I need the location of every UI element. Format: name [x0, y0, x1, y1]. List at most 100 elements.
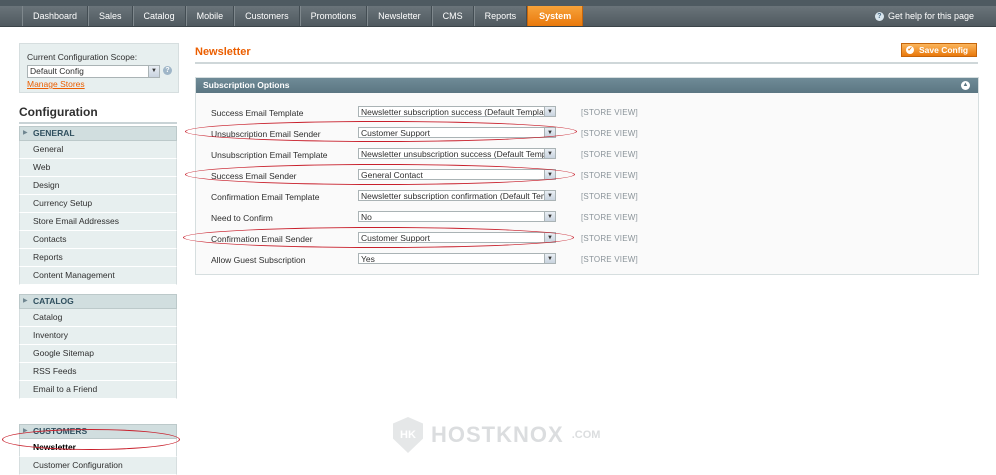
sidebar-item-currency-setup[interactable]: Currency Setup — [19, 195, 177, 213]
nav-system[interactable]: System — [527, 6, 584, 26]
section-title: Subscription Options — [203, 80, 290, 90]
nav-reports[interactable]: Reports — [473, 6, 528, 26]
chevron-down-icon: ▼ — [544, 233, 555, 242]
manage-stores-link[interactable]: Manage Stores — [27, 79, 85, 89]
chevron-down-icon: ▼ — [544, 107, 555, 116]
need-to-confirm-select[interactable]: No ▼ — [358, 211, 556, 222]
chevron-down-icon: ▼ — [544, 212, 555, 221]
field-row: Unsubscription Email Template Newsletter… — [196, 145, 978, 165]
confirmation-email-sender-select[interactable]: Customer Support ▼ — [358, 232, 556, 243]
scope-label: Current Configuration Scope: — [27, 52, 138, 62]
sidebar-item-inventory[interactable]: Inventory — [19, 327, 177, 345]
scope-help-icon[interactable]: ? — [163, 66, 172, 75]
scope-badge: [STORE VIEW] — [581, 234, 638, 243]
field-label: Unsubscription Email Template — [211, 150, 328, 160]
field-row: Success Email Sender General Contact ▼ [… — [196, 166, 978, 186]
shield-logo-icon: HK — [393, 417, 423, 453]
sidebar-item-customer-configuration[interactable]: Customer Configuration — [19, 457, 177, 475]
scope-badge: [STORE VIEW] — [581, 129, 638, 138]
configuration-divider — [19, 122, 177, 124]
scope-badge: [STORE VIEW] — [581, 213, 638, 222]
save-config-label: Save Config — [919, 45, 969, 55]
select-value: General Contact — [361, 170, 423, 180]
sidebar-item-rss-feeds[interactable]: RSS Feeds — [19, 363, 177, 381]
help-link[interactable]: ? Get help for this page — [874, 6, 974, 26]
unsubscription-email-sender-select[interactable]: Customer Support ▼ — [358, 127, 556, 138]
success-email-sender-select[interactable]: General Contact ▼ — [358, 169, 556, 180]
field-row: Unsubscription Email Sender Customer Sup… — [196, 124, 978, 144]
unsubscription-email-template-select[interactable]: Newsletter unsubscription success (Defau… — [358, 148, 556, 159]
watermark-text: HOSTKNOX — [431, 422, 564, 447]
select-value: Customer Support — [361, 233, 430, 243]
chevron-down-icon: ▼ — [544, 254, 555, 263]
select-value: No — [361, 212, 372, 222]
nav-customers[interactable]: Customers — [234, 6, 300, 26]
triangle-right-icon: ▶ — [23, 428, 28, 434]
nav-dashboard[interactable]: Dashboard — [22, 6, 89, 26]
group-catalog[interactable]: ▶ CATALOG — [19, 294, 177, 309]
subscription-options-section: Subscription Options ▲ Success Email Tem… — [195, 77, 979, 275]
scope-badge: [STORE VIEW] — [581, 171, 638, 180]
sidebar-item-newsletter[interactable]: Newsletter — [19, 439, 177, 457]
allow-guest-subscription-select[interactable]: Yes ▼ — [358, 253, 556, 264]
nav-promotions[interactable]: Promotions — [299, 6, 368, 26]
group-general[interactable]: ▶ GENERAL — [19, 126, 177, 141]
nav-items: Dashboard Sales Catalog Mobile Customers… — [22, 6, 584, 26]
configuration-title: Configuration — [19, 105, 98, 119]
field-row: Need to Confirm No ▼ [STORE VIEW] — [196, 208, 978, 228]
main-nav: Dashboard Sales Catalog Mobile Customers… — [0, 6, 996, 27]
group-label: CATALOG — [33, 296, 74, 306]
field-row: Confirmation Email Template Newsletter s… — [196, 187, 978, 207]
select-value: Newsletter subscription confirmation (De… — [361, 191, 548, 201]
scope-switcher: Current Configuration Scope: Default Con… — [19, 43, 179, 93]
scope-select[interactable]: Default Config ▼ — [27, 65, 160, 78]
scope-value: Default Config — [30, 66, 84, 76]
sidebar-item-web[interactable]: Web — [19, 159, 177, 177]
select-value: Customer Support — [361, 128, 430, 138]
watermark-suffix: .COM — [571, 429, 601, 441]
group-label: CUSTOMERS — [33, 426, 88, 436]
field-label: Allow Guest Subscription — [211, 255, 306, 265]
nav-catalog[interactable]: Catalog — [132, 6, 186, 26]
save-config-button[interactable]: ✔ Save Config — [901, 43, 977, 57]
field-label: Success Email Template — [211, 108, 304, 118]
page-title: Newsletter — [195, 46, 251, 58]
sidebar-item-email-to-a-friend[interactable]: Email to a Friend — [19, 381, 177, 399]
scope-badge: [STORE VIEW] — [581, 150, 638, 159]
field-row: Confirmation Email Sender Customer Suppo… — [196, 229, 978, 249]
chevron-down-icon: ▼ — [544, 128, 555, 137]
sidebar-item-content-management[interactable]: Content Management — [19, 267, 177, 285]
scope-badge: [STORE VIEW] — [581, 255, 638, 264]
sidebar-item-design[interactable]: Design — [19, 177, 177, 195]
nav-newsletter[interactable]: Newsletter — [367, 6, 432, 26]
select-value: Yes — [361, 254, 375, 264]
nav-sales[interactable]: Sales — [88, 6, 133, 26]
chevron-down-icon: ▼ — [544, 170, 555, 179]
select-value: Newsletter subscription success (Default… — [361, 107, 551, 117]
sidebar-item-catalog[interactable]: Catalog — [19, 309, 177, 327]
success-email-template-select[interactable]: Newsletter subscription success (Default… — [358, 106, 556, 117]
field-row: Success Email Template Newsletter subscr… — [196, 103, 978, 123]
sidebar-item-general[interactable]: General — [19, 141, 177, 159]
chevron-down-icon: ▼ — [544, 149, 555, 158]
title-divider — [195, 62, 978, 64]
triangle-right-icon: ▶ — [23, 130, 28, 136]
nav-mobile[interactable]: Mobile — [185, 6, 235, 26]
field-label: Confirmation Email Template — [211, 192, 320, 202]
sidebar-item-contacts[interactable]: Contacts — [19, 231, 177, 249]
scope-badge: [STORE VIEW] — [581, 108, 638, 117]
sidebar-item-google-sitemap[interactable]: Google Sitemap — [19, 345, 177, 363]
group-customers[interactable]: ▶ CUSTOMERS — [19, 424, 177, 439]
confirmation-email-template-select[interactable]: Newsletter subscription confirmation (De… — [358, 190, 556, 201]
nav-cms[interactable]: CMS — [431, 6, 474, 26]
field-label: Need to Confirm — [211, 213, 273, 223]
check-icon: ✔ — [906, 46, 914, 54]
scope-badge: [STORE VIEW] — [581, 192, 638, 201]
chevron-down-icon: ▼ — [544, 191, 555, 200]
select-value: Newsletter unsubscription success (Defau… — [361, 149, 549, 159]
section-header[interactable]: Subscription Options ▲ — [196, 78, 978, 93]
sidebar-item-store-email-addresses[interactable]: Store Email Addresses — [19, 213, 177, 231]
sidebar-item-reports[interactable]: Reports — [19, 249, 177, 267]
collapse-up-icon[interactable]: ▲ — [961, 81, 970, 90]
watermark: HK HOSTKNOX .COM — [393, 417, 600, 453]
